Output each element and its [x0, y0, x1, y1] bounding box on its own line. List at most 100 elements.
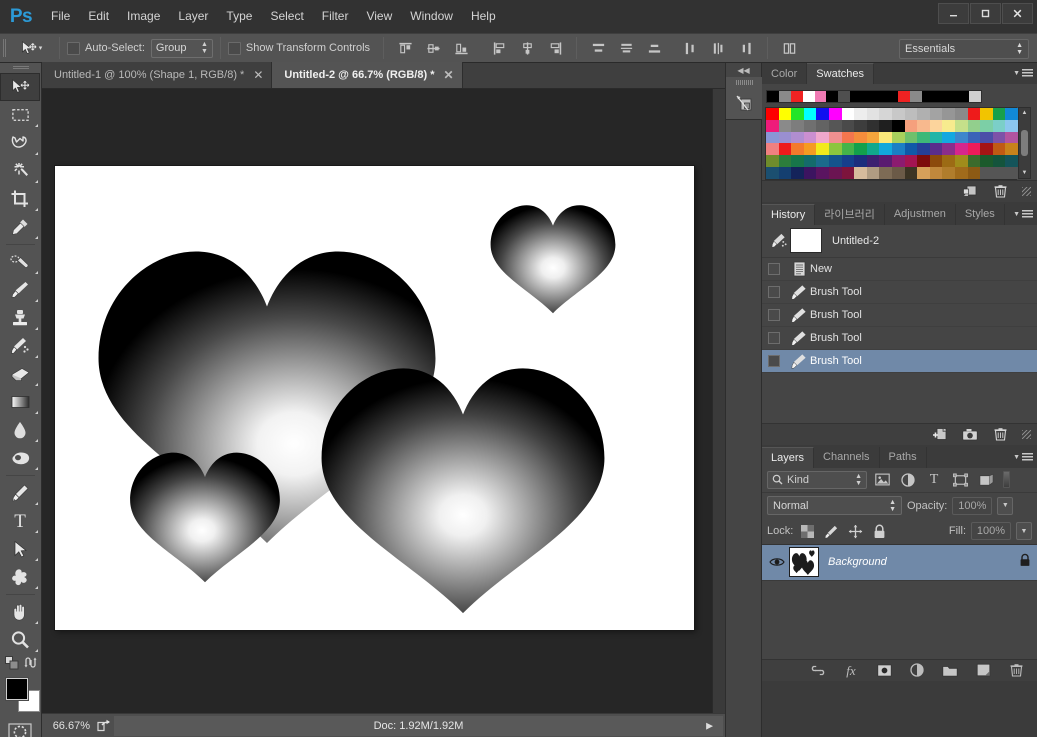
maximize-button[interactable]: [970, 3, 1001, 24]
align-left-edges-icon[interactable]: [488, 37, 510, 59]
color-swatch[interactable]: [854, 119, 867, 132]
color-swatch[interactable]: [828, 108, 842, 120]
recent-swatch[interactable]: [909, 91, 922, 102]
color-swatch[interactable]: [816, 166, 829, 179]
history-brush-source-checkbox[interactable]: [768, 308, 780, 321]
new-layer-icon[interactable]: [975, 662, 991, 678]
eye-icon[interactable]: [765, 556, 789, 568]
menu-layer[interactable]: Layer: [169, 0, 217, 33]
color-swatch[interactable]: [992, 119, 1006, 132]
color-swatch[interactable]: [791, 155, 804, 167]
new-adjustment-layer-icon[interactable]: [909, 662, 925, 678]
color-swatch[interactable]: [766, 166, 779, 179]
tool-lasso[interactable]: [0, 129, 40, 157]
color-swatch[interactable]: [879, 119, 892, 132]
tool-zoom[interactable]: [0, 626, 40, 654]
color-swatch[interactable]: [766, 143, 779, 156]
show-transform-controls-checkbox[interactable]: [227, 41, 241, 55]
recent-swatch[interactable]: [838, 91, 851, 102]
recent-swatch[interactable]: [957, 91, 970, 102]
canvas-area[interactable]: [42, 89, 725, 713]
panel-group-grip[interactable]: [726, 77, 762, 87]
color-swatch[interactable]: [954, 155, 968, 167]
color-swatch[interactable]: [791, 131, 804, 144]
color-swatch[interactable]: [866, 155, 880, 167]
color-swatch[interactable]: [816, 108, 829, 120]
options-bar-grip[interactable]: [0, 33, 10, 63]
auto-select-checkbox[interactable]: [67, 41, 80, 55]
align-horizontal-centers-icon[interactable]: [516, 37, 538, 59]
color-swatch[interactable]: [942, 143, 955, 156]
document-tab-untitled-2[interactable]: Untitled-2 @ 66.7% (RGB/8) * ✕: [272, 62, 463, 88]
color-swatch[interactable]: [791, 143, 804, 156]
color-swatch[interactable]: [1005, 155, 1018, 167]
align-bottom-edges-icon[interactable]: [450, 37, 472, 59]
color-swatch[interactable]: [904, 119, 918, 132]
color-swatch[interactable]: [904, 131, 918, 144]
tab-history[interactable]: History: [762, 203, 816, 225]
tab-color[interactable]: Color: [762, 63, 808, 84]
menu-filter[interactable]: Filter: [313, 0, 358, 33]
layer-row-background[interactable]: Background: [762, 544, 1037, 581]
color-swatch[interactable]: [841, 166, 855, 179]
recent-swatch[interactable]: [897, 91, 910, 102]
tool-brush[interactable]: [0, 276, 40, 304]
color-swatch[interactable]: [854, 166, 867, 179]
swatches-scrollbar[interactable]: ▲ ▼: [1018, 107, 1031, 179]
new-snapshot-icon[interactable]: [962, 426, 978, 442]
recent-swatch[interactable]: [826, 91, 839, 102]
color-swatch[interactable]: [778, 131, 792, 144]
document-info-arrow-icon[interactable]: ▶: [706, 720, 713, 731]
menu-select[interactable]: Select: [261, 0, 312, 33]
color-swatch[interactable]: [828, 131, 842, 144]
filter-pixel-icon[interactable]: [871, 470, 893, 490]
opacity-input[interactable]: 100%: [952, 496, 993, 515]
color-swatch[interactable]: [766, 119, 779, 132]
panel-resize-grip[interactable]: [1022, 429, 1031, 439]
color-swatch[interactable]: [954, 119, 968, 132]
color-swatch[interactable]: [992, 131, 1006, 144]
distribute-horizontal-centers-icon[interactable]: [707, 37, 729, 59]
color-swatch[interactable]: [854, 108, 867, 120]
history-state-row[interactable]: Brush Tool: [762, 304, 1037, 327]
recent-swatch[interactable]: [862, 91, 875, 102]
color-swatch[interactable]: [929, 155, 943, 167]
color-swatch[interactable]: [854, 155, 867, 167]
color-swatch[interactable]: [980, 155, 993, 167]
color-swatch[interactable]: [904, 143, 918, 156]
color-swatch[interactable]: [828, 166, 842, 179]
align-right-edges-icon[interactable]: [544, 37, 566, 59]
tool-pen[interactable]: [0, 479, 40, 507]
color-swatch[interactable]: [891, 108, 905, 120]
color-swatch[interactable]: [942, 108, 955, 120]
history-brush-source-checkbox[interactable]: [768, 354, 780, 367]
filter-smart-object-icon[interactable]: [975, 470, 997, 490]
color-swatch[interactable]: [854, 143, 867, 156]
color-swatch[interactable]: [980, 143, 993, 156]
color-swatch[interactable]: [766, 108, 779, 120]
lock-icon[interactable]: [1019, 553, 1031, 572]
auto-align-layers-icon[interactable]: [778, 37, 800, 59]
color-swatch[interactable]: [917, 108, 930, 120]
recent-swatch[interactable]: [969, 91, 982, 102]
auto-select-dropdown[interactable]: Group ▲ ▼: [150, 38, 213, 58]
color-swatch[interactable]: [891, 155, 905, 167]
color-swatch[interactable]: [1005, 166, 1018, 179]
fill-slider-toggle[interactable]: ▼: [1016, 522, 1032, 541]
color-swatch[interactable]: [929, 166, 943, 179]
tab-adjustments[interactable]: Adjustmen: [884, 203, 956, 225]
history-brush-source-icon[interactable]: [768, 232, 790, 249]
close-icon[interactable]: ✕: [253, 69, 263, 81]
color-swatch[interactable]: [866, 143, 880, 156]
recent-swatch[interactable]: [874, 91, 886, 102]
menu-image[interactable]: Image: [118, 0, 169, 33]
recent-swatch[interactable]: [814, 91, 827, 102]
color-swatch[interactable]: [917, 166, 930, 179]
swatch-grid[interactable]: [765, 107, 1018, 180]
scroll-down-icon[interactable]: ▼: [1019, 168, 1030, 178]
color-swatch[interactable]: [841, 143, 855, 156]
blend-mode-dropdown[interactable]: Normal ▲ ▼: [767, 496, 902, 516]
swatches-panel-menu-button[interactable]: ▼: [1013, 63, 1033, 84]
document-canvas[interactable]: [55, 166, 694, 630]
close-icon[interactable]: ✕: [443, 69, 453, 81]
